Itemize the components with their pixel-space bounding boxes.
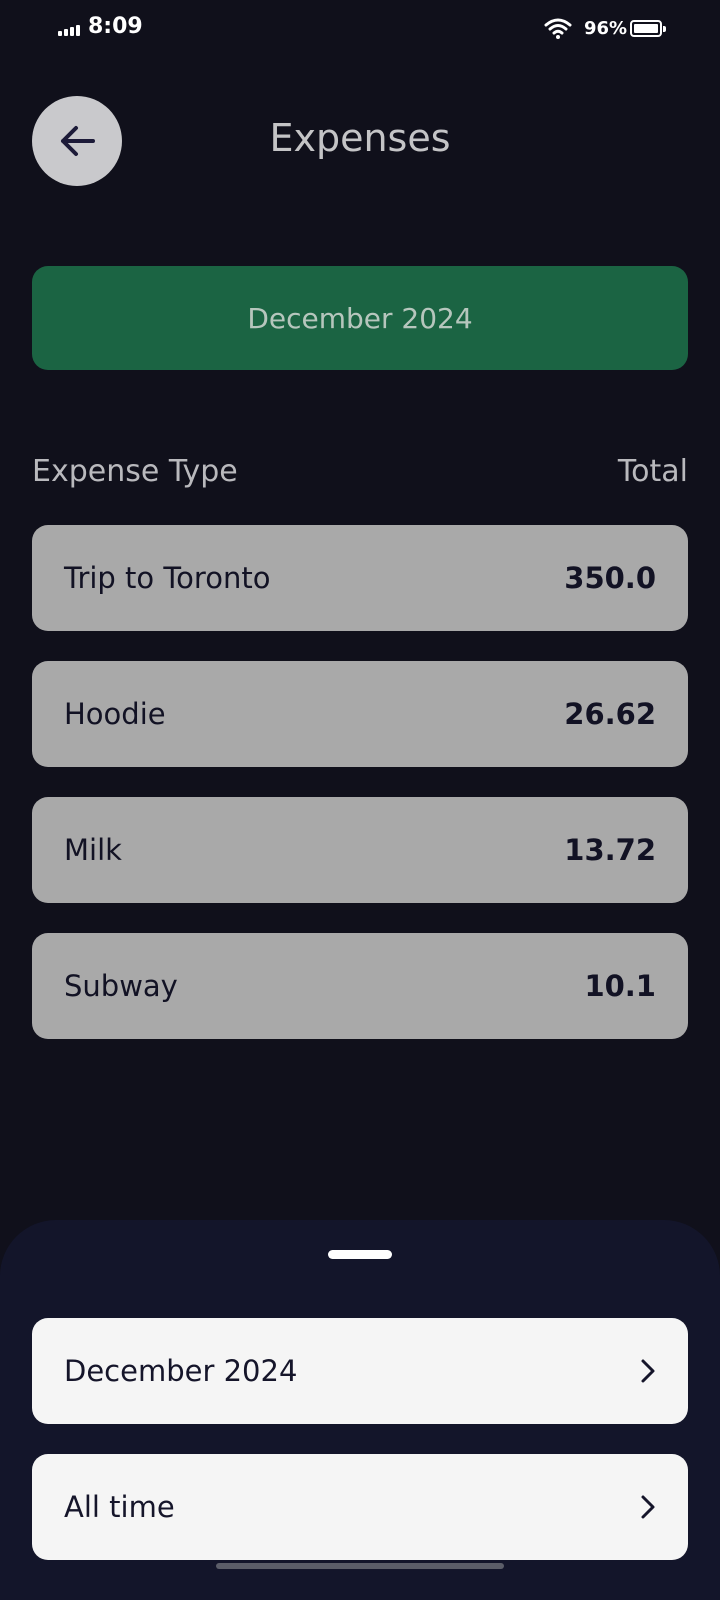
expense-total: 10.1 bbox=[584, 969, 656, 1003]
expense-total: 13.72 bbox=[564, 833, 656, 867]
expenses-screen: 8:09 96% Expenses December 2024 Expense … bbox=[0, 0, 720, 1600]
period-option-all-time[interactable]: All time bbox=[32, 1454, 688, 1560]
expense-name: Subway bbox=[64, 969, 178, 1003]
expense-row[interactable]: Subway 10.1 bbox=[32, 933, 688, 1039]
expense-name: Milk bbox=[64, 833, 122, 867]
signal-icon bbox=[58, 22, 82, 36]
month-banner[interactable]: December 2024 bbox=[32, 266, 688, 370]
home-indicator[interactable] bbox=[216, 1563, 504, 1569]
period-option-label: All time bbox=[64, 1490, 175, 1524]
column-header-expense-type: Expense Type bbox=[32, 454, 238, 489]
expense-row[interactable]: Hoodie 26.62 bbox=[32, 661, 688, 767]
chevron-right-icon bbox=[636, 1356, 660, 1386]
period-option-december-2024[interactable]: December 2024 bbox=[32, 1318, 688, 1424]
chevron-right-icon bbox=[636, 1492, 660, 1522]
wifi-icon bbox=[544, 18, 572, 39]
expense-row[interactable]: Milk 13.72 bbox=[32, 797, 688, 903]
status-time: 8:09 bbox=[88, 14, 143, 39]
status-bar: 8:09 96% bbox=[0, 0, 720, 60]
expense-name: Hoodie bbox=[64, 697, 166, 731]
expense-row[interactable]: Trip to Toronto 350.0 bbox=[32, 525, 688, 631]
month-banner-label: December 2024 bbox=[247, 301, 473, 335]
period-option-label: December 2024 bbox=[64, 1354, 298, 1388]
page-title: Expenses bbox=[269, 116, 451, 160]
battery-percent: 96% bbox=[584, 18, 628, 39]
expense-name: Trip to Toronto bbox=[64, 561, 271, 595]
expense-total: 350.0 bbox=[564, 561, 656, 595]
battery-icon bbox=[630, 20, 666, 37]
expense-total: 26.62 bbox=[564, 697, 656, 731]
sheet-drag-handle[interactable] bbox=[328, 1250, 392, 1259]
column-header-total: Total bbox=[617, 454, 688, 489]
